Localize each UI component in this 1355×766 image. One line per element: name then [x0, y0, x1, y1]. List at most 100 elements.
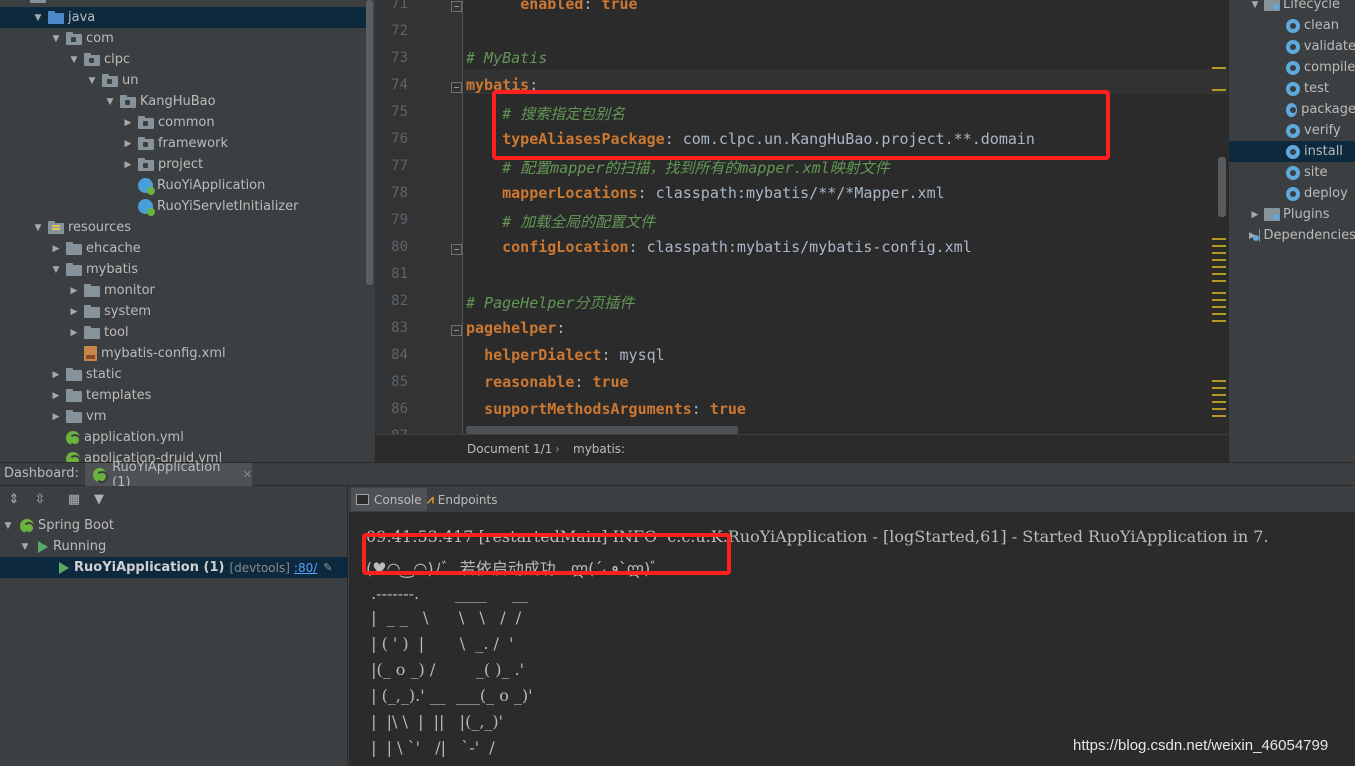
fold-marker-icon[interactable] [451, 82, 462, 93]
tree-item[interactable]: ▼ KangHuBao [0, 91, 370, 112]
chevron-right-icon[interactable]: ▶ [50, 364, 62, 385]
warning-marker[interactable] [1212, 89, 1226, 91]
tree-item[interactable]: ▶ monitor [0, 280, 370, 301]
warning-marker[interactable] [1212, 401, 1226, 403]
tree-item[interactable]: ▶ tool [0, 322, 370, 343]
chevron-right-icon[interactable]: ▶ [68, 301, 80, 322]
breadcrumb-path[interactable]: mybatis: [573, 442, 625, 456]
warning-marker[interactable] [1212, 292, 1226, 294]
maven-goal-clean[interactable]: clean [1229, 15, 1355, 36]
tree-item[interactable]: ▼ clpc [0, 49, 370, 70]
warning-marker[interactable] [1212, 238, 1226, 240]
tree-item[interactable]: ▶ templates [0, 385, 370, 406]
chevron-right-icon[interactable]: ▶ [50, 406, 62, 427]
code-line[interactable]: # 配置mapper的扫描，找到所有的mapper.xml映射文件 [466, 157, 890, 178]
warning-marker[interactable] [1212, 259, 1226, 261]
warning-marker[interactable] [1212, 394, 1226, 396]
tree-item[interactable]: ▼ mybatis [0, 259, 370, 280]
tree-item[interactable]: RuoYiServletInitializer [0, 196, 370, 217]
ruoyi-application-node[interactable]: RuoYiApplication (1) [devtools] :80/ ✎ [0, 557, 348, 578]
tree-item[interactable]: ▼ java [0, 7, 370, 28]
group-icon[interactable]: ▦ [66, 492, 82, 508]
warning-marker[interactable] [1212, 252, 1226, 254]
tree-item[interactable]: application.yml [0, 427, 370, 448]
tree-item[interactable]: ▶ static [0, 364, 370, 385]
chevron-down-icon[interactable]: ▼ [2, 515, 14, 536]
tree-item[interactable]: RuoYiApplication [0, 175, 370, 196]
chevron-down-icon[interactable]: ▼ [68, 49, 80, 70]
warning-marker[interactable] [1212, 67, 1226, 69]
code-line[interactable]: reasonable: true [466, 373, 629, 391]
edit-icon[interactable]: ✎ [323, 561, 332, 574]
code-line[interactable]: supportMethodsArguments: true [466, 400, 746, 418]
maven-goal-compile[interactable]: compile [1229, 57, 1355, 78]
chevron-right-icon[interactable]: ▶ [68, 322, 80, 343]
tree-item[interactable]: ▶ project [0, 154, 370, 175]
code-line[interactable]: enabled: true [466, 0, 637, 13]
tree-item[interactable]: ▶ framework [0, 133, 370, 154]
maven-plugins-node[interactable]: ▶ Plugins [1229, 204, 1355, 225]
spring-boot-node[interactable]: ▼ Spring Boot [0, 515, 348, 536]
code-line[interactable]: mapperLocations: classpath:mybatis/**/*M… [466, 184, 945, 202]
maven-goal-package[interactable]: package [1229, 99, 1355, 120]
close-icon[interactable]: ✕ [243, 468, 252, 481]
chevron-right-icon[interactable]: ▶ [50, 385, 62, 406]
code-line[interactable]: # 加载全局的配置文件 [466, 211, 655, 232]
maven-goal-verify[interactable]: verify [1229, 120, 1355, 141]
warning-marker[interactable] [1212, 273, 1226, 275]
chevron-right-icon[interactable]: ▶ [50, 238, 62, 259]
tree-item[interactable]: ▼ resources [0, 217, 370, 238]
chevron-right-icon[interactable]: ▶ [1249, 204, 1261, 225]
editor-vertical-scrollbar[interactable] [1218, 157, 1226, 217]
maven-goal-install[interactable]: install [1229, 141, 1355, 162]
chevron-right-icon[interactable]: ▶ [122, 112, 134, 133]
chevron-down-icon[interactable]: ▼ [14, 0, 26, 7]
chevron-down-icon[interactable]: ▼ [104, 91, 116, 112]
tree-item[interactable]: ▶ ehcache [0, 238, 370, 259]
chevron-down-icon[interactable]: ▼ [50, 28, 62, 49]
chevron-right-icon[interactable]: ▶ [122, 133, 134, 154]
warning-marker[interactable] [1212, 408, 1226, 410]
tree-item[interactable]: ▶ system [0, 301, 370, 322]
warning-marker[interactable] [1212, 313, 1226, 315]
horizontal-scrollbar[interactable] [466, 426, 738, 434]
code-line[interactable]: configLocation: classpath:mybatis/mybati… [466, 238, 972, 256]
maven-goal-validate[interactable]: validate [1229, 36, 1355, 57]
running-node[interactable]: ▼ Running [0, 536, 348, 557]
collapse-all-icon[interactable]: ⇳ [32, 492, 48, 508]
warning-marker[interactable] [1212, 299, 1226, 301]
warning-marker[interactable] [1212, 320, 1226, 322]
chevron-down-icon[interactable]: ▼ [32, 7, 44, 28]
warning-marker[interactable] [1212, 306, 1226, 308]
maven-goal-site[interactable]: site [1229, 162, 1355, 183]
chevron-down-icon[interactable]: ▼ [86, 70, 98, 91]
maven-dependencies-node[interactable]: ▶ Dependencies [1229, 225, 1355, 246]
chevron-right-icon[interactable]: ▶ [68, 280, 80, 301]
tree-item[interactable]: ▶ vm [0, 406, 370, 427]
chevron-down-icon[interactable]: ▼ [1249, 0, 1261, 15]
tab-console[interactable]: Console [351, 488, 427, 511]
warning-marker[interactable] [1212, 266, 1226, 268]
code-line[interactable]: pagehelper: [466, 319, 565, 337]
warning-marker[interactable] [1212, 415, 1226, 417]
tab-ruoyi-application[interactable]: RuoYiApplication (1) ✕ [85, 460, 252, 490]
expand-all-icon[interactable]: ⇕ [6, 492, 22, 508]
fold-marker-icon[interactable] [451, 244, 462, 255]
tree-item[interactable]: ▼ main [0, 0, 370, 7]
port-link[interactable]: :80/ [294, 561, 317, 575]
tree-item[interactable]: ▶ common [0, 112, 370, 133]
code-line[interactable]: # MyBatis [466, 49, 547, 67]
filter-icon[interactable]: ▼ [91, 492, 107, 508]
chevron-down-icon[interactable]: ▼ [50, 259, 62, 280]
fold-marker-icon[interactable] [451, 1, 462, 12]
tree-item[interactable]: mybatis-config.xml [0, 343, 370, 364]
chevron-right-icon[interactable]: ▶ [122, 154, 134, 175]
warning-marker[interactable] [1212, 245, 1226, 247]
tree-item[interactable]: ▼ un [0, 70, 370, 91]
warning-marker[interactable] [1212, 280, 1226, 282]
chevron-down-icon[interactable]: ▼ [32, 217, 44, 238]
code-line[interactable]: # PageHelper分页插件 [466, 292, 634, 313]
warning-marker[interactable] [1212, 380, 1226, 382]
code-line[interactable]: helperDialect: mysql [466, 346, 665, 364]
project-scrollbar[interactable] [366, 0, 373, 285]
